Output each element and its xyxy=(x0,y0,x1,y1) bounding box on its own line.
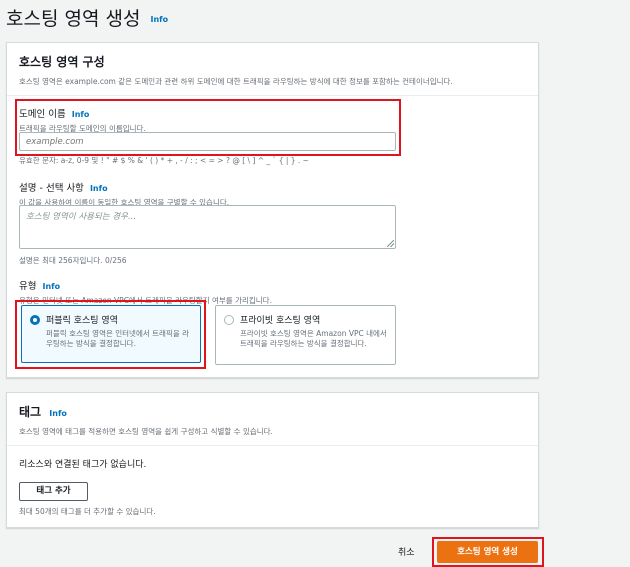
no-tags-text: 리소스와 연결된 태그가 없습니다. xyxy=(19,460,147,470)
tags-panel-title: 태그 Info xyxy=(19,403,526,420)
description-field: 설명 - 선택 사항 Info 이 값을 사용하여 이름이 동일한 호스팅 영역을… xyxy=(19,180,419,208)
page-info-link[interactable]: Info xyxy=(151,15,169,24)
tags-title-text: 태그 xyxy=(19,405,42,419)
description-placeholder: 호스팅 영역이 사용되는 경우... xyxy=(26,212,137,222)
resize-grip-icon[interactable] xyxy=(387,240,394,247)
description-label-text: 설명 - 선택 사항 xyxy=(19,183,84,194)
config-panel-header: 호스팅 영역 구성 호스팅 영역은 example.com 같은 도메인과 관련… xyxy=(7,43,538,96)
private-tile-title: 프라이빗 호스팅 영역 xyxy=(240,316,321,326)
page-title-text: 호스팅 영역 생성 xyxy=(6,8,141,30)
tags-description: 호스팅 영역에 태그를 적용하면 호스팅 영역을 쉽게 구성하고 식별할 수 있… xyxy=(19,427,273,436)
description-label: 설명 - 선택 사항 Info xyxy=(19,180,419,194)
private-radio[interactable] xyxy=(224,315,234,325)
type-label: 유형 Info xyxy=(19,278,519,292)
tags-panel: 태그 Info 호스팅 영역에 태그를 적용하면 호스팅 영역을 쉽게 구성하고… xyxy=(6,392,539,528)
config-panel-title: 호스팅 영역 구성 xyxy=(19,55,105,69)
description-textarea[interactable]: 호스팅 영역이 사용되는 경우... xyxy=(19,205,396,249)
tags-panel-header: 태그 Info 호스팅 영역에 태그를 적용하면 호스팅 영역을 쉽게 구성하고… xyxy=(7,393,538,446)
domain-constraint: 유효한 문자: a-z, 0-9 및 ! " # $ % & ' ( ) * +… xyxy=(19,156,309,165)
type-info-link[interactable]: Info xyxy=(42,282,60,291)
public-zone-highlight-box xyxy=(15,300,206,369)
description-constraint: 설명은 최대 256자입니다. 0/256 xyxy=(19,256,127,265)
private-hosted-zone-tile[interactable]: 프라이빗 호스팅 영역 프라이빗 호스팅 영역은 Amazon VPC 내에서 … xyxy=(215,305,396,365)
config-panel-description: 호스팅 영역은 example.com 같은 도메인과 관련 하위 도메인에 대… xyxy=(19,77,453,86)
add-tag-button[interactable]: 태그 추가 xyxy=(19,482,88,501)
private-tile-description: 프라이빗 호스팅 영역은 Amazon VPC 내에서 트래픽을 라우팅하는 방… xyxy=(240,329,387,348)
domain-highlight-box xyxy=(15,99,401,156)
submit-highlight-box xyxy=(432,537,544,567)
tags-info-link[interactable]: Info xyxy=(49,409,67,418)
tags-limit-text: 최대 50개의 태그를 더 추가할 수 있습니다. xyxy=(19,507,156,516)
type-label-text: 유형 xyxy=(19,281,37,292)
page-title: 호스팅 영역 생성 Info xyxy=(6,4,168,31)
cancel-button[interactable]: 취소 xyxy=(398,545,415,558)
description-info-link[interactable]: Info xyxy=(90,184,108,193)
